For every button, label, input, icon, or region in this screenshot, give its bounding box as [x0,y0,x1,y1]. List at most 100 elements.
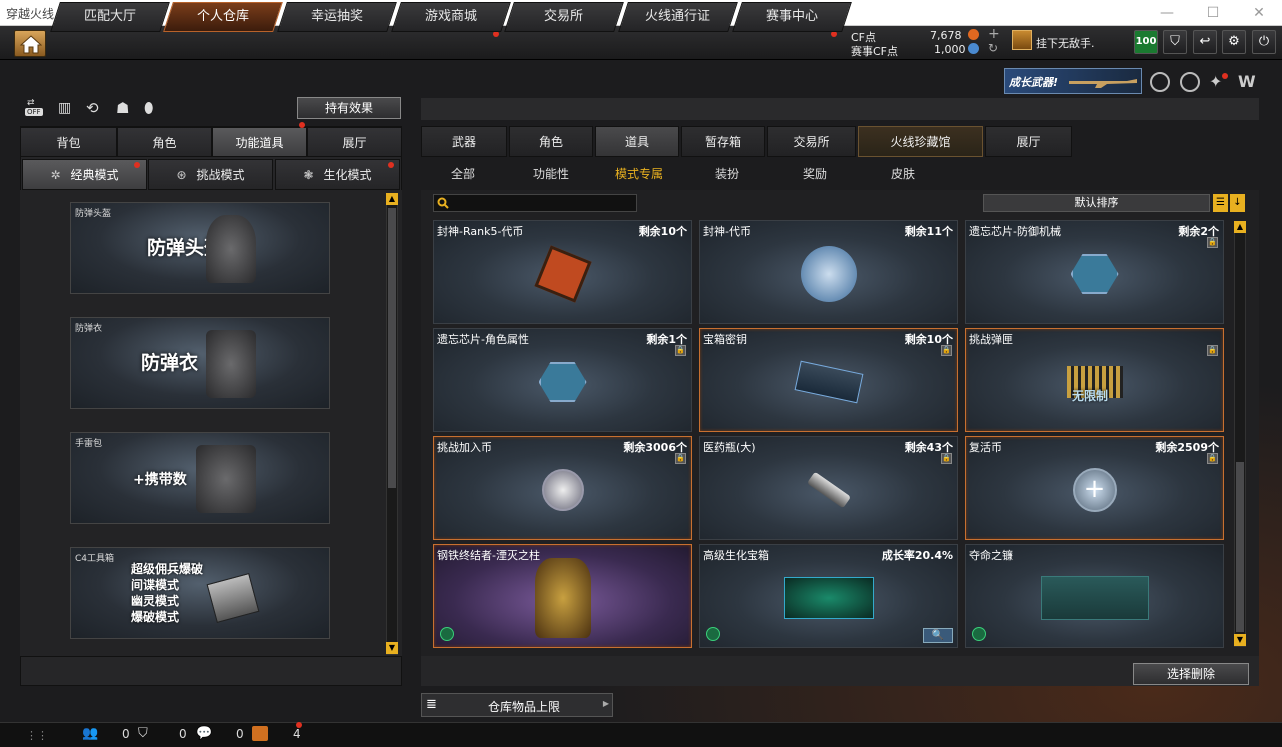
toggle-off-icon[interactable]: OFF ⇄ [25,98,47,118]
items-scroll-down[interactable]: ▼ [1234,634,1246,646]
add-cf-icon[interactable]: + [988,26,1000,42]
item-card[interactable]: 挑战加入币 剩余3006个 🔒 [433,436,692,540]
username[interactable]: 挂下无敌手. [1036,35,1095,51]
refresh-icon[interactable]: ↻ [988,41,998,55]
sub-tab-5[interactable]: 皮肤 [891,165,915,182]
maximize-button[interactable]: ☐ [1190,2,1236,24]
event-cf-label: 赛事CF点 [851,45,899,58]
character-icon[interactable]: ☗ [116,99,129,117]
effect-button[interactable]: 持有效果 [297,97,401,119]
grenade-icon[interactable]: ⬮ [144,99,153,117]
capacity-label: 仓库物品上限 [488,700,561,714]
bio-mode-icon [706,627,720,641]
nav-tab-0[interactable]: 匹配大厅 [50,2,170,32]
item-card[interactable]: 复活币 剩余2509个 🔒 + [965,436,1224,540]
left-tab-2[interactable]: 功能道具 [212,127,307,157]
item-card[interactable]: 封神-代币 剩余11个 [699,220,958,324]
item-card[interactable]: 遗忘芯片-防御机械 剩余2个 🔒 [965,220,1224,324]
equipment-card[interactable]: 防弹衣 防弹衣 [70,317,330,409]
item-card[interactable]: 遗忘芯片-角色属性 剩余1个 🔒 [433,328,692,432]
arrow-right-icon: ▶ [602,699,609,708]
left-scroll-thumb[interactable] [388,208,396,488]
item-card[interactable]: 钢铁终结者-湮灭之柱 [433,544,692,648]
globe-icon[interactable] [1180,72,1200,92]
friends-icon[interactable]: 👥 [82,726,98,741]
nav-tab-2[interactable]: 幸运抽奖 [277,2,397,32]
right-tab-3[interactable]: 暂存箱 [681,126,765,157]
left-tab-3[interactable]: 展厅 [307,127,402,157]
card-title: +携带数 [133,472,187,488]
select-delete-button[interactable]: 选择删除 [1133,663,1249,685]
capacity-button[interactable]: ≣ 仓库物品上限 ▶ [421,693,613,717]
sub-tab-0[interactable]: 全部 [451,165,475,182]
sub-tab-4[interactable]: 奖励 [803,165,827,182]
search-input[interactable] [452,195,634,211]
shield-small-icon[interactable]: ⛉ [138,726,148,741]
item-card[interactable]: 高级生化宝箱 成长率20.4% 🔍 [699,544,958,648]
close-button[interactable]: ✕ [1236,2,1282,24]
mode-tab-1[interactable]: ⊛ 挑战模式 [148,159,273,190]
search-box[interactable] [433,194,637,212]
lock-icon[interactable]: 🔒 [675,453,686,464]
scroll-up-arrow[interactable]: ▲ [386,193,398,205]
item-name: 遗忘芯片-角色属性 [437,333,529,346]
mode-tab-2[interactable]: ❃ 生化模式 [275,159,400,190]
lock-icon[interactable]: 🔒 [1207,237,1218,248]
power-icon[interactable]: ⏻ [1252,30,1276,54]
gift-icon[interactable] [252,726,268,741]
minimize-button[interactable]: — [1144,2,1190,24]
history-icon[interactable]: ⟲ [86,99,99,117]
right-tab-1[interactable]: 角色 [509,126,593,157]
w-logo-icon[interactable]: W [1238,72,1260,92]
level-badge[interactable]: 100 [1134,30,1158,54]
left-tab-0[interactable]: 背包 [20,127,117,157]
chat-icon[interactable]: 💬 [196,726,212,741]
left-scrollbar[interactable] [386,193,398,655]
mode-tab-0[interactable]: ✲ 经典模式 [22,159,147,190]
nav-tab-5[interactable]: 火线通行证 [618,2,738,32]
gear-icon[interactable]: ⚙ [1222,30,1246,54]
item-card[interactable]: 挑战弹匣 🔒 无限制 [965,328,1224,432]
home-button[interactable] [14,30,46,57]
chart-icon[interactable]: ▥ [58,100,71,116]
right-tab-5[interactable]: 火线珍藏馆 [858,126,983,157]
badge-icon[interactable] [1150,72,1170,92]
lock-icon[interactable]: 🔒 [941,453,952,464]
lock-icon[interactable]: 🔒 [675,345,686,356]
items-scroll-thumb[interactable] [1236,462,1244,632]
sub-tab-1[interactable]: 功能性 [533,165,569,182]
left-tab-1[interactable]: 角色 [117,127,212,157]
nav-tab-4[interactable]: 交易所 [504,2,624,32]
sub-tab-3[interactable]: 装扮 [715,165,739,182]
nav-tab-6[interactable]: 赛事中心 [732,2,852,32]
sort-dropdown[interactable]: 默认排序 [983,194,1210,212]
return-icon[interactable]: ↩ [1193,30,1217,54]
items-scroll-up[interactable]: ▲ [1234,221,1246,233]
lock-icon[interactable]: 🔒 [941,345,952,356]
item-image [1040,576,1149,621]
lock-icon[interactable]: 🔒 [1207,345,1218,356]
item-card[interactable]: 医药瓶(大) 剩余43个 🔒 [699,436,958,540]
nav-tab-label: 匹配大厅 [83,9,136,24]
equipment-card[interactable]: C4工具箱 超级佣兵爆破 间谍模式 幽灵模式 爆破模式 [70,547,330,639]
right-tab-0[interactable]: 武器 [421,126,507,157]
equipment-card[interactable]: 手雷包 +携带数 [70,432,330,524]
item-card[interactable]: 宝箱密钥 剩余10个 🔒 [699,328,958,432]
equipment-card[interactable]: 防弹头盔 防弹头盔 [70,202,330,294]
items-scrollbar[interactable] [1234,221,1246,647]
right-tab-4[interactable]: 交易所 [767,126,856,157]
lock-icon[interactable]: 🔒 [1207,453,1218,464]
magnify-button[interactable]: 🔍 [923,628,953,643]
nav-tab-3[interactable]: 游戏商城 [391,2,511,32]
right-tab-6[interactable]: 展厅 [985,126,1072,157]
right-tab-2[interactable]: 道具 [595,126,679,157]
sort-order-icon[interactable]: ↓ [1230,194,1245,212]
item-card[interactable]: 封神-Rank5-代币 剩余10个 [433,220,692,324]
item-card[interactable]: 夺命之镰 [965,544,1224,648]
scroll-down-arrow[interactable]: ▼ [386,642,398,654]
sub-tab-2[interactable]: 模式专属 [615,165,663,182]
list-view-icon[interactable]: ☰ [1213,194,1228,212]
shield-icon[interactable]: ⛉ [1163,30,1187,54]
nav-tab-1[interactable]: 个人仓库 [163,2,283,32]
growth-weapon-banner[interactable]: 成长武器! [1004,68,1142,94]
